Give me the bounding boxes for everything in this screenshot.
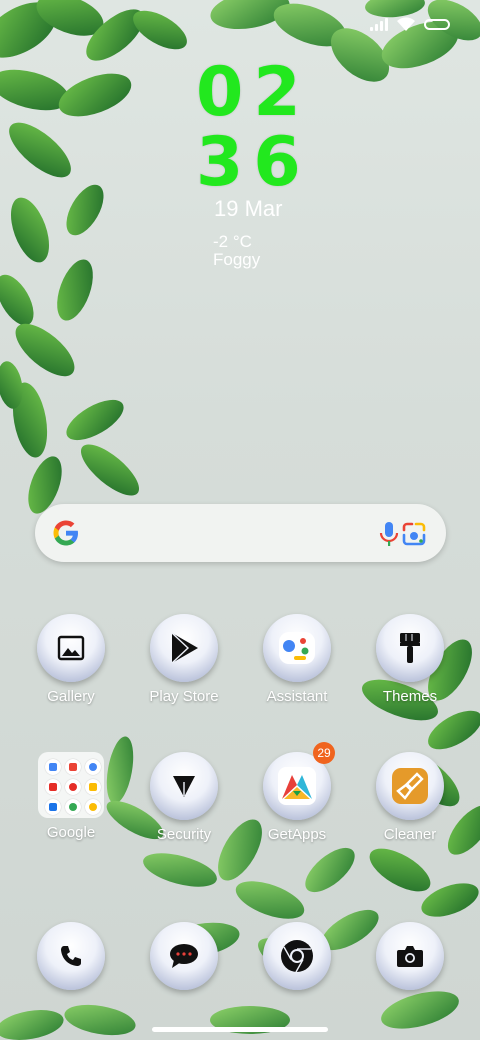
app-label: GetApps bbox=[267, 826, 327, 843]
mic-icon[interactable] bbox=[378, 520, 400, 548]
app-play-store-bubble[interactable] bbox=[150, 614, 218, 682]
phone-icon bbox=[61, 946, 81, 966]
app-label: Themes bbox=[382, 688, 438, 705]
weather-condition[interactable]: Foggy bbox=[213, 250, 260, 270]
security-icon bbox=[173, 776, 195, 797]
app-assistant[interactable]: Assistant bbox=[241, 614, 353, 705]
play-store-icon bbox=[171, 632, 198, 664]
dock-messages-bubble[interactable] bbox=[150, 922, 218, 990]
folder-icon[interactable] bbox=[38, 752, 104, 818]
app-play-store[interactable]: Play Store bbox=[128, 614, 240, 705]
clock-minutes: 36 bbox=[196, 123, 311, 202]
getapps-icon bbox=[278, 767, 316, 805]
gallery-icon bbox=[57, 635, 85, 661]
assistant-icon bbox=[279, 632, 315, 664]
status-bar bbox=[370, 16, 450, 32]
app-themes-bubble[interactable] bbox=[376, 614, 444, 682]
clock-hours: 02 bbox=[196, 53, 311, 132]
date-label[interactable]: 19 Mar bbox=[214, 196, 282, 222]
google-g-icon bbox=[53, 520, 78, 546]
app-google-folder[interactable]: Google bbox=[15, 752, 127, 841]
dock-camera-bubble[interactable] bbox=[376, 922, 444, 990]
weather-temperature[interactable]: -2 °C bbox=[213, 233, 252, 251]
clock-widget[interactable]: 02 36 bbox=[196, 58, 316, 198]
brush-icon bbox=[400, 633, 420, 663]
app-themes[interactable]: Themes bbox=[354, 614, 466, 705]
lens-icon[interactable] bbox=[400, 520, 428, 548]
app-label: Play Store bbox=[149, 688, 219, 705]
dock-camera[interactable] bbox=[354, 922, 466, 990]
cleaner-icon bbox=[392, 768, 428, 804]
messages-icon bbox=[170, 944, 198, 968]
app-label: Assistant bbox=[266, 688, 328, 705]
app-getapps[interactable]: 29 GetApps bbox=[241, 742, 353, 843]
dock-chrome-bubble[interactable] bbox=[263, 922, 331, 990]
app-security[interactable]: Security bbox=[128, 752, 240, 843]
google-search-bar[interactable] bbox=[35, 504, 446, 562]
dock-messages[interactable] bbox=[128, 922, 240, 990]
signal-icon bbox=[370, 17, 388, 31]
app-label: Cleaner bbox=[383, 826, 437, 843]
chrome-icon bbox=[281, 940, 313, 973]
app-cleaner[interactable]: Cleaner bbox=[354, 752, 466, 843]
app-security-bubble[interactable] bbox=[150, 752, 218, 820]
app-label: Gallery bbox=[47, 688, 95, 705]
app-assistant-bubble[interactable] bbox=[263, 614, 331, 682]
home-gesture-bar[interactable] bbox=[152, 1027, 328, 1032]
dock-chrome[interactable] bbox=[241, 922, 353, 990]
dock-phone-bubble[interactable] bbox=[37, 922, 105, 990]
app-gallery[interactable]: Gallery bbox=[15, 614, 127, 705]
app-gallery-bubble[interactable] bbox=[37, 614, 105, 682]
app-cleaner-bubble[interactable] bbox=[376, 752, 444, 820]
notification-badge: 29 bbox=[313, 742, 335, 764]
app-label: Google bbox=[46, 824, 96, 841]
app-label: Security bbox=[156, 826, 212, 843]
camera-icon bbox=[397, 946, 423, 967]
dock-phone[interactable] bbox=[15, 922, 127, 990]
wifi-icon bbox=[397, 17, 415, 31]
battery-icon bbox=[424, 18, 450, 30]
